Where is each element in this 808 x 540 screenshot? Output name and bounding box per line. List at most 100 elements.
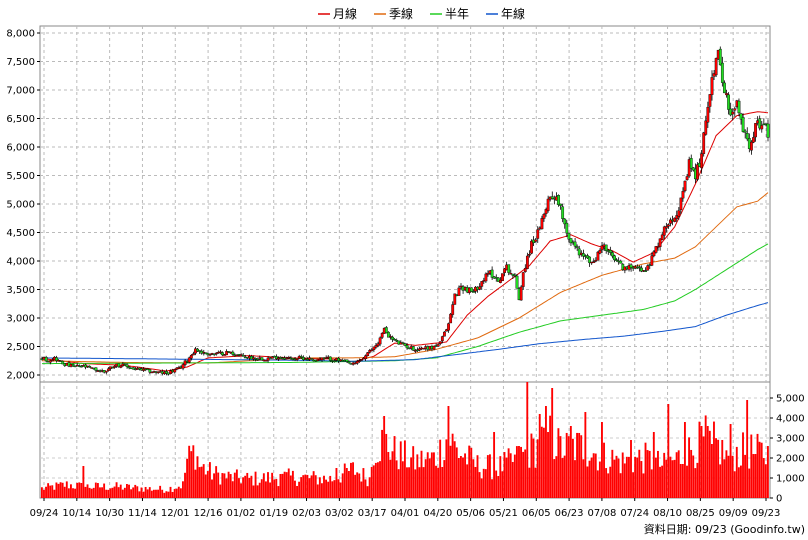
volume-bar: [352, 462, 354, 498]
volume-bar: [598, 461, 601, 498]
candle-body: [604, 244, 608, 251]
price-tick-label: 8,000: [6, 29, 35, 40]
volume-bar: [700, 426, 703, 498]
volume-bar: [308, 478, 311, 498]
volume-bar: [582, 459, 585, 498]
price-tick-label: 5,500: [6, 171, 35, 182]
volume-bar: [661, 465, 664, 498]
candle-body: [241, 354, 245, 357]
volume-bar: [474, 466, 477, 498]
volume-bar: [113, 486, 116, 498]
volume-bar: [406, 467, 408, 498]
volume-bar: [61, 482, 64, 498]
candle-body: [573, 241, 577, 247]
volume-bar: [609, 466, 612, 498]
candle-body: [664, 226, 668, 229]
volume-bar: [696, 462, 699, 498]
volume-bar: [760, 442, 763, 498]
volume-bar: [443, 460, 446, 498]
volume-bar: [157, 489, 159, 498]
candle-body: [88, 366, 92, 368]
volume-bar: [397, 469, 400, 498]
volume-bar: [569, 426, 572, 498]
volume-bar: [764, 464, 767, 498]
candle-body: [119, 365, 123, 368]
volume-bar: [501, 471, 504, 498]
candle-body: [113, 365, 117, 368]
volume-bar: [248, 477, 251, 498]
x-tick-label: 10/30: [95, 508, 124, 519]
volume-bar: [298, 481, 301, 498]
volume-bar: [420, 450, 423, 498]
candle-body: [727, 94, 730, 110]
volume-bar: [754, 454, 757, 498]
volume-bar: [86, 484, 89, 498]
volume-bar: [739, 465, 742, 498]
volume-bar: [615, 455, 618, 498]
candle-body: [443, 331, 446, 337]
volume-bar: [252, 485, 255, 498]
volume-bar: [219, 484, 222, 498]
volume-bar: [335, 468, 338, 498]
volume-bar: [92, 487, 95, 498]
volume-bar: [99, 487, 101, 498]
volume-bar: [752, 454, 755, 498]
candle-body: [256, 359, 260, 361]
volume-bar: [592, 453, 595, 498]
volume-bar: [563, 455, 566, 498]
candle-body: [484, 273, 488, 282]
candle-body: [451, 304, 455, 315]
volume-bar: [735, 446, 738, 498]
candle-body: [681, 191, 685, 199]
volume-bar: [634, 456, 637, 498]
candle-body: [546, 198, 550, 211]
volume-bar: [621, 452, 624, 498]
candle-body: [534, 239, 538, 242]
volume-bar: [345, 468, 348, 498]
volume-bar: [437, 467, 440, 498]
volume-bar: [756, 433, 759, 498]
volume-bar: [279, 474, 282, 498]
volume-bar: [320, 483, 323, 498]
volume-bar: [574, 460, 576, 498]
candle-body: [608, 249, 612, 253]
volume-bar: [318, 477, 321, 498]
volume-bar: [376, 462, 379, 498]
volume-bar: [667, 404, 670, 498]
volume-bar: [640, 461, 643, 498]
volume-bar: [364, 479, 367, 498]
volume-bar: [601, 422, 603, 498]
source-label: 資料日期: 09/23 (Goodinfo.tw): [644, 522, 805, 536]
volume-bar: [493, 432, 496, 498]
volume-bar: [379, 461, 381, 498]
x-tick-label: 05/21: [489, 508, 518, 519]
volume-bar: [586, 466, 589, 498]
candle-body: [733, 108, 737, 111]
candle-body: [231, 351, 235, 355]
volume-bar: [49, 485, 52, 498]
volume-bar: [186, 458, 189, 498]
volume-bar: [289, 475, 292, 498]
volume-bar: [706, 426, 709, 498]
candle-body: [438, 341, 442, 345]
volume-bar: [713, 421, 715, 498]
volume-bar: [627, 456, 630, 498]
volume-bar: [184, 472, 186, 498]
volume-bar: [515, 446, 518, 498]
volume-bar: [414, 469, 417, 498]
volume-bar: [323, 475, 325, 498]
volume-bar: [715, 438, 717, 498]
volume-bar: [669, 456, 672, 498]
volume-bar: [51, 485, 54, 498]
volume-bar: [708, 430, 711, 498]
candle-body: [720, 62, 724, 83]
volume-bar: [671, 460, 674, 498]
volume-bar: [632, 472, 635, 498]
volume-bar: [762, 458, 765, 498]
candle-body: [637, 266, 641, 268]
volume-bar: [524, 449, 527, 498]
volume-bar: [275, 478, 278, 498]
volume-bar: [497, 476, 500, 498]
x-tick-label: 09/24: [30, 508, 59, 519]
volume-bar: [327, 481, 330, 498]
